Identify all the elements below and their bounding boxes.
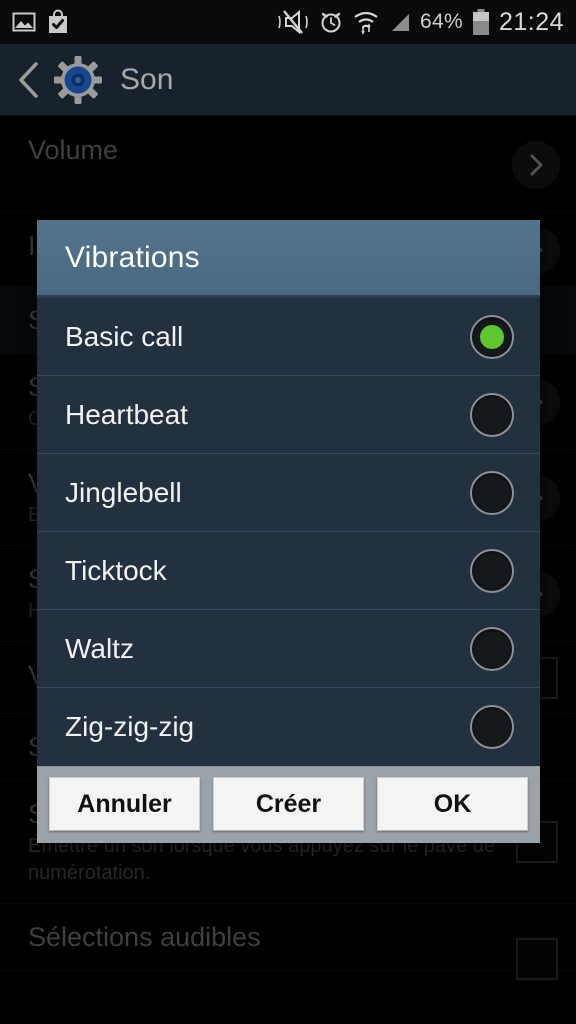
back-chevron-icon[interactable] (8, 52, 50, 108)
option-label: Heartbeat (65, 398, 188, 430)
radio-button[interactable] (470, 705, 514, 749)
alarm-clock-icon (318, 9, 344, 35)
action-bar: Son (0, 44, 576, 116)
dialog-header: Vibrations (37, 220, 540, 298)
status-bar: 64% 21:24 (0, 0, 576, 44)
option-row-basic-call[interactable]: Basic call (37, 298, 540, 376)
chevron-right-icon[interactable] (512, 140, 560, 189)
option-label: Ticktock (65, 554, 167, 586)
android-settings-screen: 64% 21:24 Son Volume I O B H Émettre un … (0, 0, 576, 1024)
option-row-heartbeat[interactable]: Heartbeat (37, 376, 540, 454)
radio-button[interactable] (470, 392, 514, 437)
settings-row-title: Volume (28, 135, 119, 165)
status-bar-right-icons: 64% 21:24 (276, 8, 564, 37)
option-row-waltz[interactable]: Waltz (37, 610, 540, 688)
status-bar-left-icons (12, 9, 70, 35)
radio-button[interactable] (470, 314, 514, 359)
option-row-ticktock[interactable]: Ticktock (37, 532, 540, 610)
option-label: Basic call (65, 320, 184, 352)
wifi-data-transfer-icon (352, 9, 380, 35)
clock-label: 21:24 (498, 7, 564, 36)
radio-button[interactable] (470, 626, 514, 671)
screenshot-image-icon (12, 10, 36, 34)
vibration-picker-dialog: Vibrations Basic call Heartbeat Jinglebe… (37, 220, 540, 843)
option-label: Jinglebell (65, 476, 182, 508)
settings-row-volume[interactable]: Volume (0, 117, 576, 213)
option-label: Zig-zig-zig (65, 711, 195, 742)
cancel-button[interactable]: Annuler (49, 777, 200, 831)
vibrate-mute-icon (276, 9, 310, 35)
settings-row-title: Sélections audibles (28, 922, 261, 952)
dialog-title: Vibrations (65, 240, 200, 274)
checkbox[interactable] (516, 938, 558, 980)
option-label: Waltz (65, 632, 134, 664)
settings-gear-icon[interactable] (50, 52, 106, 108)
ok-button[interactable]: OK (377, 777, 528, 831)
battery-percent-label: 64% (420, 10, 463, 33)
dialog-button-bar: Annuler Créer OK (37, 766, 540, 843)
settings-row-audible-selection[interactable]: Sélections audibles (0, 904, 576, 980)
radio-dot-icon (480, 324, 504, 349)
battery-icon (471, 8, 491, 36)
vibration-options-list: Basic call Heartbeat Jinglebell Ticktock… (37, 298, 540, 766)
radio-button[interactable] (470, 470, 514, 515)
option-row-jinglebell[interactable]: Jinglebell (37, 454, 540, 532)
create-button[interactable]: Créer (213, 777, 364, 831)
page-title: Son (120, 62, 174, 96)
option-row-zig-zig-zig[interactable]: Zig-zig-zig (37, 688, 540, 766)
radio-button[interactable] (470, 548, 514, 593)
play-store-bag-check-icon (46, 9, 70, 35)
cellular-signal-icon (388, 10, 412, 34)
